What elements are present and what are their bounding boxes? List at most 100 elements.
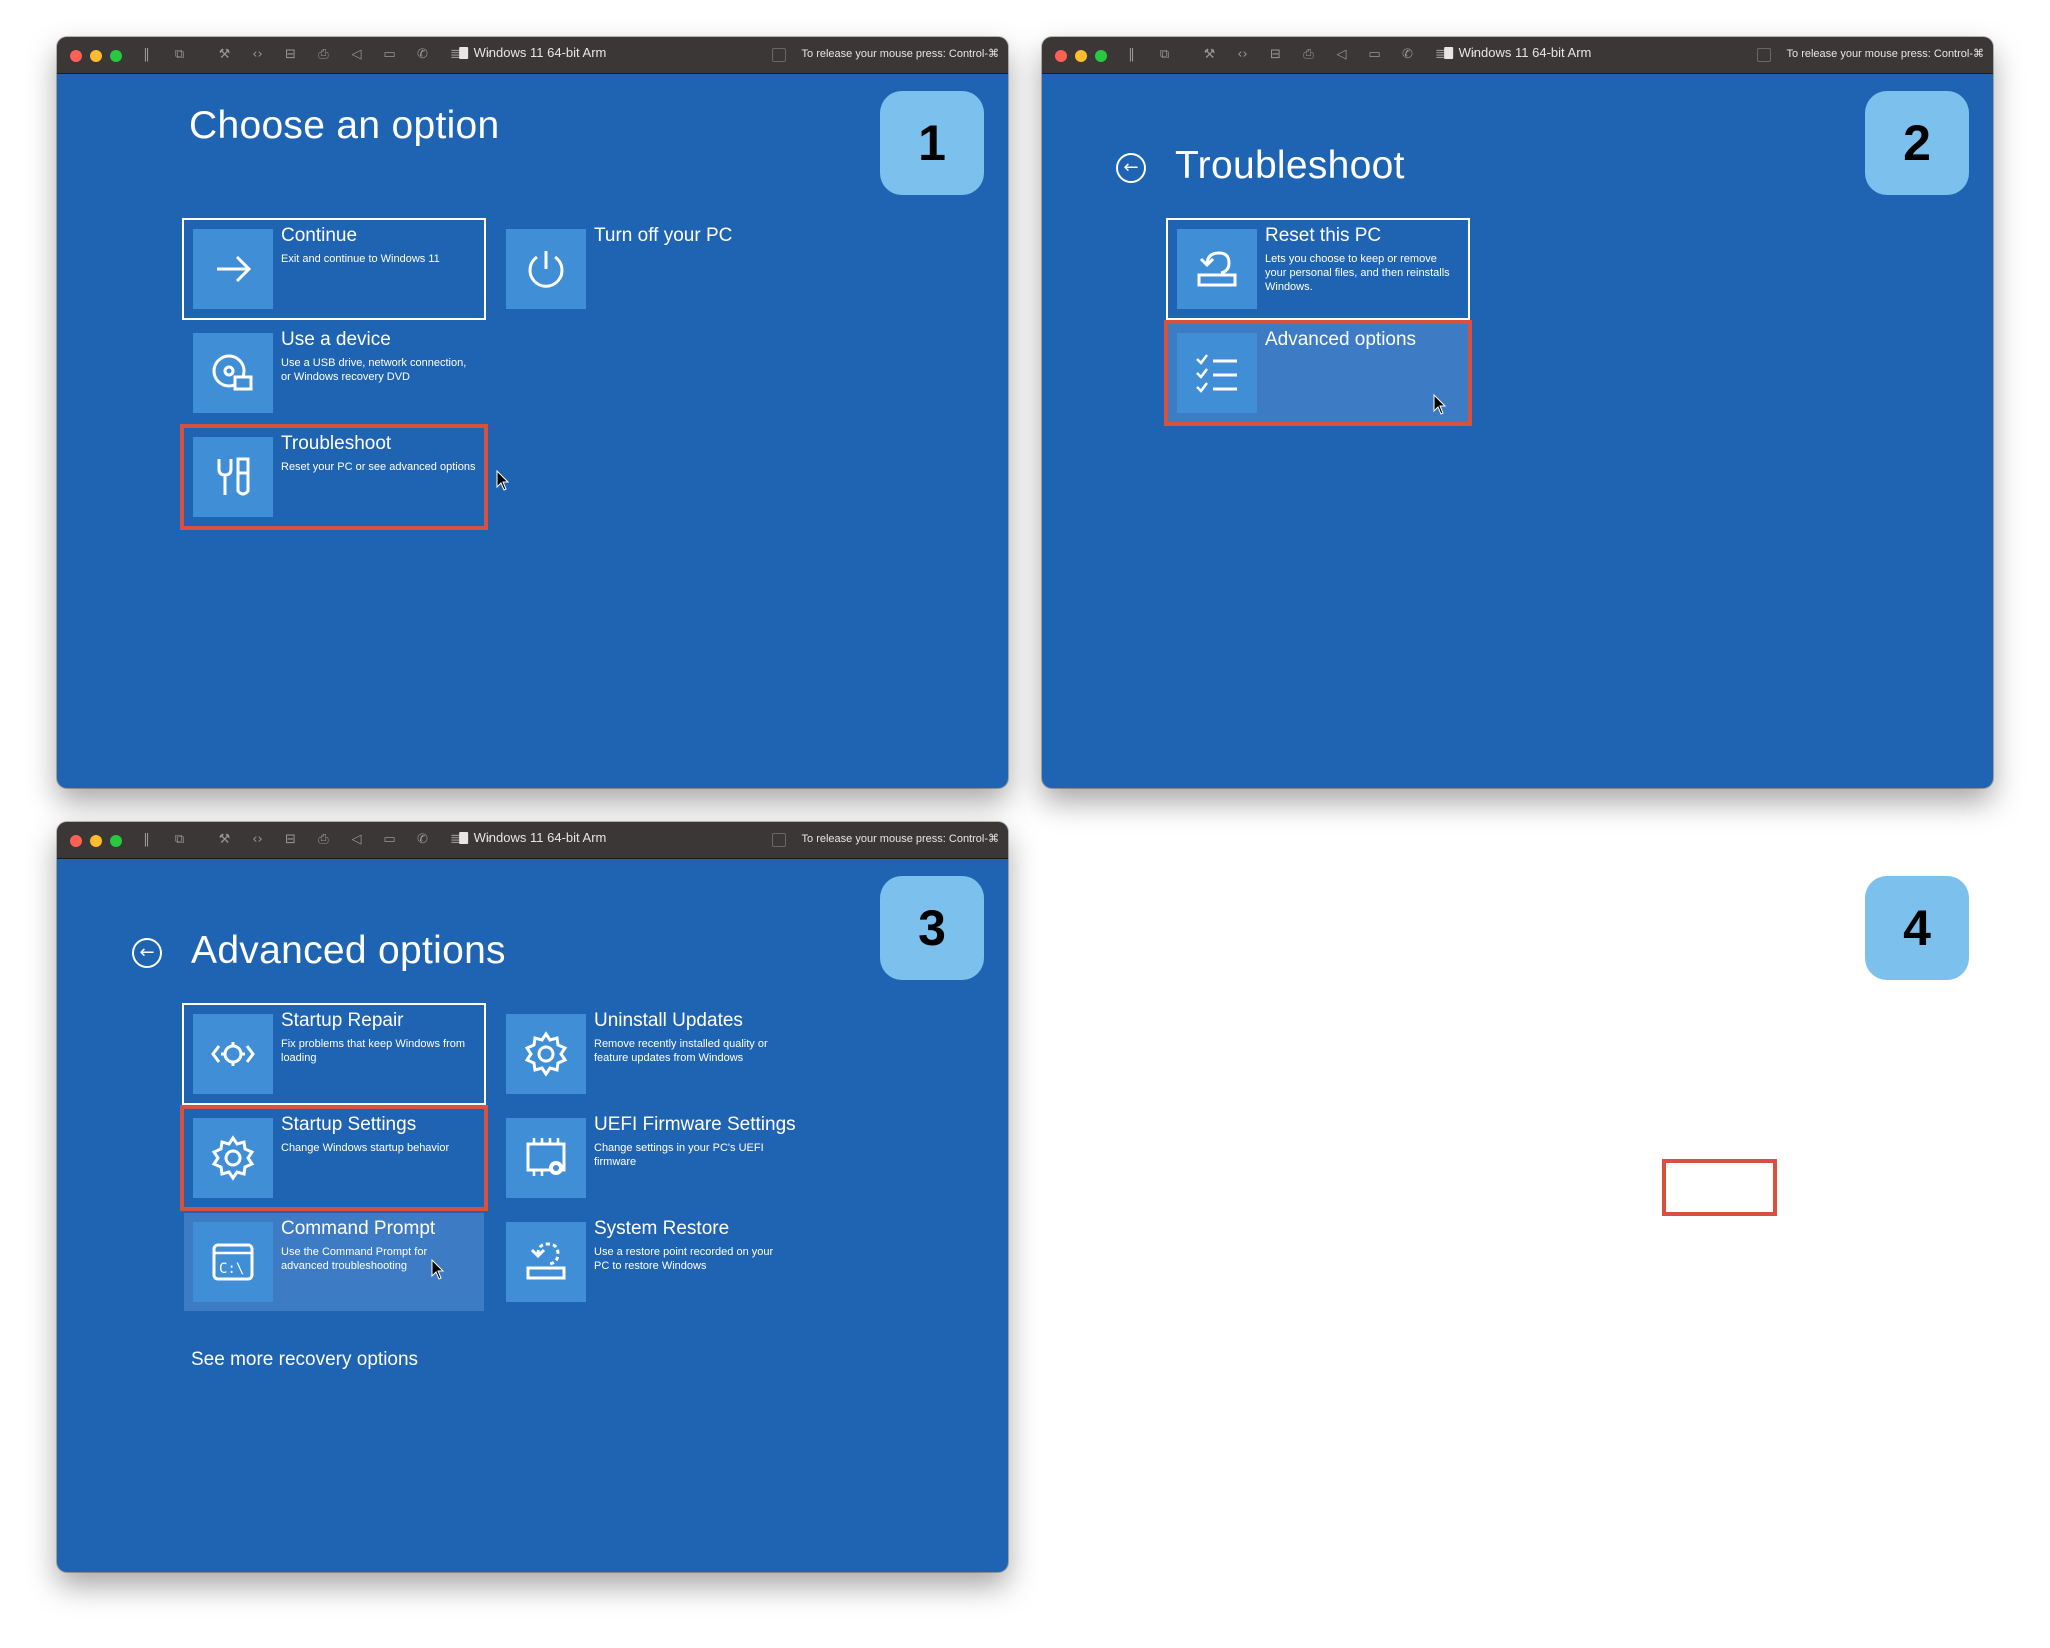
recovery-screen: ← Troubleshoot Reset this PC Lets you ch… <box>1042 74 1993 788</box>
settings-wrench-icon[interactable]: ⚒ <box>215 46 234 64</box>
snapshot-icon[interactable]: ⧉ <box>170 46 189 64</box>
tile-title: Turn off your PC <box>594 225 733 246</box>
vm-window-3: ‖ ⧉ ⚒ ‹› ⊟ ⎙ ◁ ▭ ✆ ≣ ‹ Windows 11 64-bit… <box>57 822 1008 1572</box>
tile-use-device[interactable]: Use a device Use a USB drive, network co… <box>184 324 484 422</box>
minimize-window-button[interactable] <box>90 50 102 62</box>
tile-troubleshoot[interactable]: Troubleshoot Reset your PC or see advanc… <box>180 424 488 530</box>
tile-reset-pc[interactable]: Reset this PC Lets you choose to keep or… <box>1166 218 1470 320</box>
tile-advanced-options[interactable]: Advanced options <box>1164 320 1472 426</box>
printer-icon[interactable]: ⎙ <box>314 46 333 64</box>
page-title: Advanced options <box>191 929 506 972</box>
device-icon <box>193 333 273 413</box>
pause-icon[interactable]: ‖ <box>137 831 156 849</box>
release-mouse-hint: To release your mouse press: Control-⌘ <box>801 48 999 60</box>
tile-description: Change settings in your PC's UEFI firmwa… <box>594 1142 764 1168</box>
window-title: Windows 11 64-bit Arm <box>458 45 606 60</box>
settings-wrench-icon[interactable]: ⚒ <box>1200 46 1219 64</box>
document-icon <box>458 831 468 844</box>
minimize-window-button[interactable] <box>90 835 102 847</box>
zoom-window-button[interactable] <box>110 50 122 62</box>
back-arrow-icon[interactable]: ← <box>1116 153 1146 183</box>
close-window-button[interactable] <box>70 50 82 62</box>
copy-icon[interactable] <box>772 833 786 847</box>
pause-icon[interactable]: ‖ <box>137 46 156 64</box>
traffic-lights <box>70 835 122 847</box>
code-icon[interactable]: ‹› <box>1233 46 1252 64</box>
disk-icon[interactable]: ⊟ <box>281 46 300 64</box>
snapshot-icon[interactable]: ⧉ <box>170 831 189 849</box>
phone-icon[interactable]: ✆ <box>1398 46 1417 64</box>
phone-icon[interactable]: ✆ <box>413 831 432 849</box>
tile-title: Reset this PC <box>1265 225 1382 246</box>
copy-icon[interactable] <box>772 48 786 62</box>
window-title: Windows 11 64-bit Arm <box>458 830 607 845</box>
recovery-screen: Choose an option Continue Exit and conti… <box>57 74 1008 788</box>
code-icon[interactable]: ‹› <box>248 831 267 849</box>
close-window-button[interactable] <box>70 835 82 847</box>
tile-title: UEFI Firmware Settings <box>594 1114 796 1135</box>
tile-title: Troubleshoot <box>281 433 392 454</box>
tile-uefi-firmware[interactable]: UEFI Firmware Settings Change settings i… <box>497 1109 797 1207</box>
release-mouse-hint: To release your mouse press: Control-⌘ <box>1786 48 1984 60</box>
step-badge: 3 <box>880 876 984 980</box>
vm-window-2: ‖ ⧉ ⚒ ‹› ⊟ ⎙ ◁ ▭ ✆ ≣ ‹ Windows 11 64-bit… <box>1042 37 1993 788</box>
speaker-icon[interactable]: ◁ <box>1332 46 1351 64</box>
gear-icon <box>506 1014 586 1094</box>
tile-system-restore[interactable]: System Restore Use a restore point recor… <box>497 1213 797 1311</box>
phone-icon[interactable]: ✆ <box>413 46 432 64</box>
see-more-recovery-link[interactable]: See more recovery options <box>191 1349 418 1371</box>
window-titlebar: ‖ ⧉ ⚒ ‹› ⊟ ⎙ ◁ ▭ ✆ ≣ ‹ Windows 11 64-bit… <box>1042 37 1993 74</box>
command-prompt-icon: C:\ <box>193 1222 273 1302</box>
zoom-window-button[interactable] <box>110 835 122 847</box>
disk-icon[interactable]: ⊟ <box>1266 46 1285 64</box>
svg-text:C:\: C:\ <box>219 1261 244 1277</box>
step-badge: 2 <box>1865 91 1969 195</box>
step-badge: 4 <box>1865 876 1969 980</box>
tile-description: Fix problems that keep Windows from load… <box>281 1038 466 1064</box>
tile-turn-off[interactable]: Turn off your PC <box>497 220 797 318</box>
tile-title: Continue <box>281 225 358 246</box>
window-titlebar: ‖ ⧉ ⚒ ‹› ⊟ ⎙ ◁ ▭ ✆ ≣ ‹ Windows 11 64-bit… <box>57 37 1008 74</box>
camera-icon[interactable]: ▭ <box>1365 46 1384 64</box>
camera-icon[interactable]: ▭ <box>380 831 399 849</box>
back-arrow-icon[interactable]: ← <box>132 938 162 968</box>
disk-icon[interactable]: ⊟ <box>281 831 300 849</box>
vm-window-1: ‖ ⧉ ⚒ ‹› ⊟ ⎙ ◁ ▭ ✆ ≣ ‹ Windows 11 64-bit… <box>57 37 1008 788</box>
document-icon <box>1443 46 1453 59</box>
release-mouse-hint: To release your mouse press: Control-⌘ <box>801 833 999 845</box>
mouse-cursor-icon <box>431 1259 445 1280</box>
window-title-text: Windows 11 64-bit Arm <box>473 830 607 845</box>
chip-gear-icon <box>506 1118 586 1198</box>
printer-icon[interactable]: ⎙ <box>1299 46 1318 64</box>
snapshot-icon[interactable]: ⧉ <box>1155 46 1174 64</box>
tile-title: Uninstall Updates <box>594 1010 743 1031</box>
tile-description: Reset your PC or see advanced options <box>281 461 476 473</box>
step-badge: 1 <box>880 91 984 195</box>
tile-title: Use a device <box>281 329 391 350</box>
tile-startup-repair[interactable]: Startup Repair Fix problems that keep Wi… <box>182 1003 486 1105</box>
page-title: Troubleshoot <box>1175 144 1405 187</box>
copy-icon[interactable] <box>1757 48 1771 62</box>
tile-startup-settings[interactable]: Startup Settings Change Windows startup … <box>180 1105 488 1211</box>
vm-toolbar: ‖ ⧉ ⚒ ‹› ⊟ ⎙ ◁ ▭ ✆ ≣ ‹ <box>137 46 498 64</box>
printer-icon[interactable]: ⎙ <box>314 831 333 849</box>
highlight-box <box>1662 1159 1777 1216</box>
code-icon[interactable]: ‹› <box>248 46 267 64</box>
pause-icon[interactable]: ‖ <box>1122 46 1141 64</box>
minimize-window-button[interactable] <box>1075 50 1087 62</box>
settings-wrench-icon[interactable]: ⚒ <box>215 831 234 849</box>
tile-uninstall-updates[interactable]: Uninstall Updates Remove recently instal… <box>497 1005 797 1103</box>
tile-title: Command Prompt <box>281 1218 436 1239</box>
speaker-icon[interactable]: ◁ <box>347 831 366 849</box>
window-title: Windows 11 64-bit Arm <box>1443 45 1591 60</box>
zoom-window-button[interactable] <box>1095 50 1107 62</box>
speaker-icon[interactable]: ◁ <box>347 46 366 64</box>
tile-description: Use a USB drive, network connection, or … <box>281 357 467 383</box>
close-window-button[interactable] <box>1055 50 1067 62</box>
traffic-lights <box>1055 50 1107 62</box>
camera-icon[interactable]: ▭ <box>380 46 399 64</box>
traffic-lights <box>70 50 122 62</box>
reset-pc-icon <box>1177 229 1257 309</box>
tile-continue[interactable]: Continue Exit and continue to Windows 11 <box>182 218 486 320</box>
system-restore-icon <box>506 1222 586 1302</box>
